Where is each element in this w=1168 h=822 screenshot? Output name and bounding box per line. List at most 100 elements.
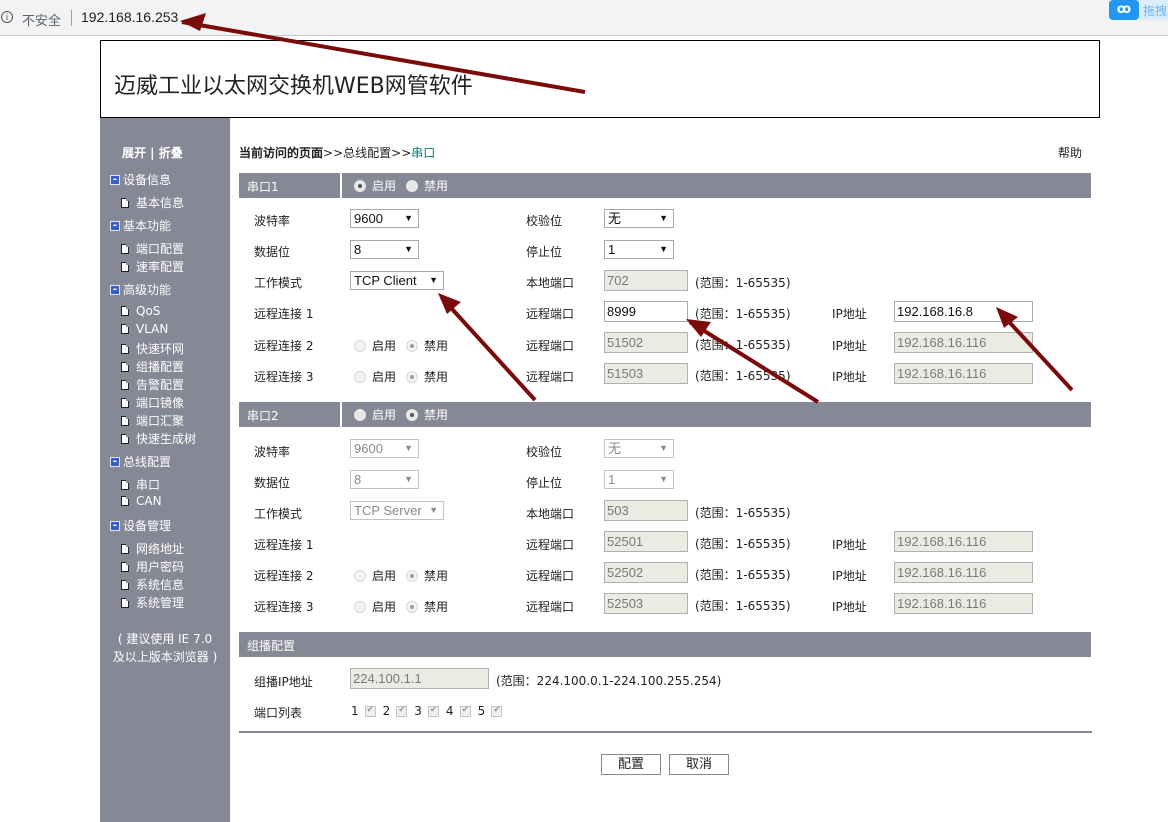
sidebar-item-basic-info[interactable]: 基本信息 — [121, 194, 184, 211]
port-3-checkbox[interactable] — [427, 705, 439, 717]
serial1-remote3-enable-radio[interactable] — [354, 370, 366, 383]
cancel-button[interactable]: 取消 — [669, 754, 729, 775]
collapse-icon[interactable]: - — [110, 220, 120, 231]
serial1-remote2-enable-radio[interactable] — [354, 339, 366, 352]
range-hint: (范围：1-65535) — [695, 307, 791, 321]
multicast-header: 组播配置 — [239, 632, 1091, 657]
collapse-icon[interactable]: - — [110, 520, 120, 531]
sidebar-item-port-config[interactable]: 端口配置 — [121, 240, 184, 257]
serial1-baud-select[interactable]: 9600 ▼ — [350, 209, 419, 228]
sidebar-item-multicast[interactable]: 组播配置 — [121, 358, 184, 375]
serial2-remote3-ip-input[interactable]: 192.168.16.116 — [894, 593, 1033, 614]
port-2-checkbox[interactable] — [396, 705, 408, 717]
serial2-stopbits-select[interactable]: 1 ▼ — [604, 470, 674, 489]
multicast-ip-input[interactable]: 224.100.1.1 — [350, 668, 489, 689]
page-icon — [121, 561, 129, 572]
serial1-databits-select[interactable]: 8 ▼ — [350, 240, 419, 259]
serial2-enable-radio[interactable] — [354, 408, 366, 421]
serial2-remote1-ip-input[interactable]: 192.168.16.116 — [894, 531, 1033, 552]
page-icon — [121, 496, 129, 506]
extension-button[interactable]: ꝏ 拖拽 — [1109, 0, 1168, 20]
serial1-enable-radio[interactable] — [354, 179, 366, 192]
sidebar-item-can[interactable]: CAN — [121, 494, 162, 508]
collapse-icon[interactable]: - — [110, 174, 120, 185]
serial1-local-port-input[interactable]: 702 — [604, 270, 688, 291]
serial2-remote1-port-input[interactable]: 52501 — [604, 531, 688, 552]
annotation-arrowhead-mode — [438, 293, 461, 314]
sidebar-item-user-password[interactable]: 用户密码 — [121, 558, 184, 575]
sidebar-item-system-mgmt[interactable]: 系统管理 — [121, 594, 184, 611]
extension-label: 拖拽 — [1143, 4, 1168, 18]
sidebar-item-alarm[interactable]: 告警配置 — [121, 376, 184, 393]
serial1-remote3-ip-input[interactable]: 192.168.16.116 — [894, 363, 1033, 384]
port-5-checkbox[interactable] — [491, 705, 503, 717]
url-field[interactable]: 192.168.16.253 — [81, 9, 178, 25]
info-icon[interactable]: i — [1, 11, 13, 23]
serial1-remote3-disable-radio[interactable] — [406, 370, 419, 383]
serial1-disable-radio[interactable] — [406, 179, 419, 192]
serial2-remote3-disable-radio[interactable] — [406, 600, 419, 613]
serial1-remote2-ip-input[interactable]: 192.168.16.116 — [894, 332, 1033, 353]
serial1-mode-select[interactable]: TCP Client ▼ — [350, 271, 444, 290]
sidebar-group-bus-config[interactable]: - 总线配置 — [110, 453, 171, 470]
serial2-remote3-enable-radio[interactable] — [354, 600, 366, 613]
page-icon — [121, 543, 129, 554]
sidebar-group-basic-functions[interactable]: - 基本功能 — [110, 217, 171, 234]
port-list: 1 2 3 4 5 — [351, 704, 509, 718]
collapse-icon[interactable]: - — [110, 284, 120, 295]
sidebar-item-rate-config[interactable]: 速率配置 — [121, 258, 184, 275]
security-label[interactable]: 不安全 — [22, 10, 61, 29]
remote3-label: 远程连接 3 — [254, 600, 314, 614]
serial2-local-port-input[interactable]: 503 — [604, 500, 688, 521]
sidebar-item-vlan[interactable]: VLAN — [121, 322, 168, 336]
serial2-disable-radio[interactable] — [406, 408, 419, 421]
multicast-title: 组播配置 — [247, 639, 296, 653]
sidebar-item-serial[interactable]: 串口 — [121, 476, 160, 493]
browser-note-line2: 及以上版本浏览器 ) — [112, 650, 218, 664]
sidebar-item-port-trunk[interactable]: 端口汇聚 — [121, 412, 184, 429]
port-1-checkbox[interactable] — [364, 705, 376, 717]
serial2-remote2-port-input[interactable]: 52502 — [604, 562, 688, 583]
serial1-remote3-port-input[interactable]: 51503 — [604, 363, 688, 384]
header-banner: 迈威工业以太网交换机WEB网管软件 — [100, 40, 1100, 118]
sidebar-item-network-address[interactable]: 网络地址 — [121, 540, 184, 557]
serial2-baud-select[interactable]: 9600 ▼ — [350, 439, 419, 458]
serial2-remote2-enable-radio[interactable] — [354, 569, 366, 582]
sidebar-group-advanced[interactable]: - 高级功能 — [110, 281, 171, 298]
serial1-remote1-port-input[interactable]: 8999 — [604, 301, 688, 322]
port-4-checkbox[interactable] — [459, 705, 471, 717]
ip-label: IP地址 — [832, 339, 867, 353]
serial1-remote2-port-input[interactable]: 51502 — [604, 332, 688, 353]
serial1-parity-select[interactable]: 无 ▼ — [604, 209, 674, 228]
help-link[interactable]: 帮助 — [1058, 144, 1082, 161]
serial1-remote1-ip-input[interactable]: 192.168.16.8 — [894, 301, 1033, 322]
stopbits-label: 停止位 — [526, 476, 563, 490]
databits-label: 数据位 — [254, 245, 291, 259]
serial2-mode-select[interactable]: TCP Server ▼ — [350, 501, 444, 520]
browser-address-bar: i 不安全 192.168.16.253 ꝏ 拖拽 — [0, 0, 1168, 36]
range-hint: (范围：1-65535) — [695, 338, 791, 352]
ip-label: IP地址 — [832, 370, 867, 384]
breadcrumb-current: 串口 — [411, 146, 436, 160]
serial2-title: 串口2 — [247, 409, 279, 423]
sidebar-group-device-info[interactable]: - 设备信息 — [110, 171, 171, 188]
serial2-parity-select[interactable]: 无 ▼ — [604, 439, 674, 458]
sidebar-item-rstp[interactable]: 快速生成树 — [121, 430, 196, 447]
serial1-remote2-disable-radio[interactable] — [406, 339, 419, 352]
collapse-icon[interactable]: - — [110, 456, 120, 467]
serial2-remote2-ip-input[interactable]: 192.168.16.116 — [894, 562, 1033, 583]
sidebar-group-device-mgmt[interactable]: - 设备管理 — [110, 517, 171, 534]
serial2-databits-select[interactable]: 8 ▼ — [350, 470, 419, 489]
sidebar-item-system-info[interactable]: 系统信息 — [121, 576, 184, 593]
page-icon — [121, 379, 129, 390]
expand-collapse-toggle[interactable]: 展开 | 折叠 — [122, 144, 183, 161]
sidebar-item-port-mirror[interactable]: 端口镜像 — [121, 394, 184, 411]
sidebar-item-qos[interactable]: QoS — [121, 304, 160, 318]
apply-button[interactable]: 配置 — [601, 754, 661, 775]
sidebar-item-fast-ring[interactable]: 快速环网 — [121, 340, 184, 357]
page-icon — [121, 415, 129, 426]
serial2-remote3-port-input[interactable]: 52503 — [604, 593, 688, 614]
serial2-remote2-disable-radio[interactable] — [406, 569, 419, 582]
breadcrumb-parent: 总线配置 — [343, 146, 392, 160]
serial1-stopbits-select[interactable]: 1 ▼ — [604, 240, 674, 259]
